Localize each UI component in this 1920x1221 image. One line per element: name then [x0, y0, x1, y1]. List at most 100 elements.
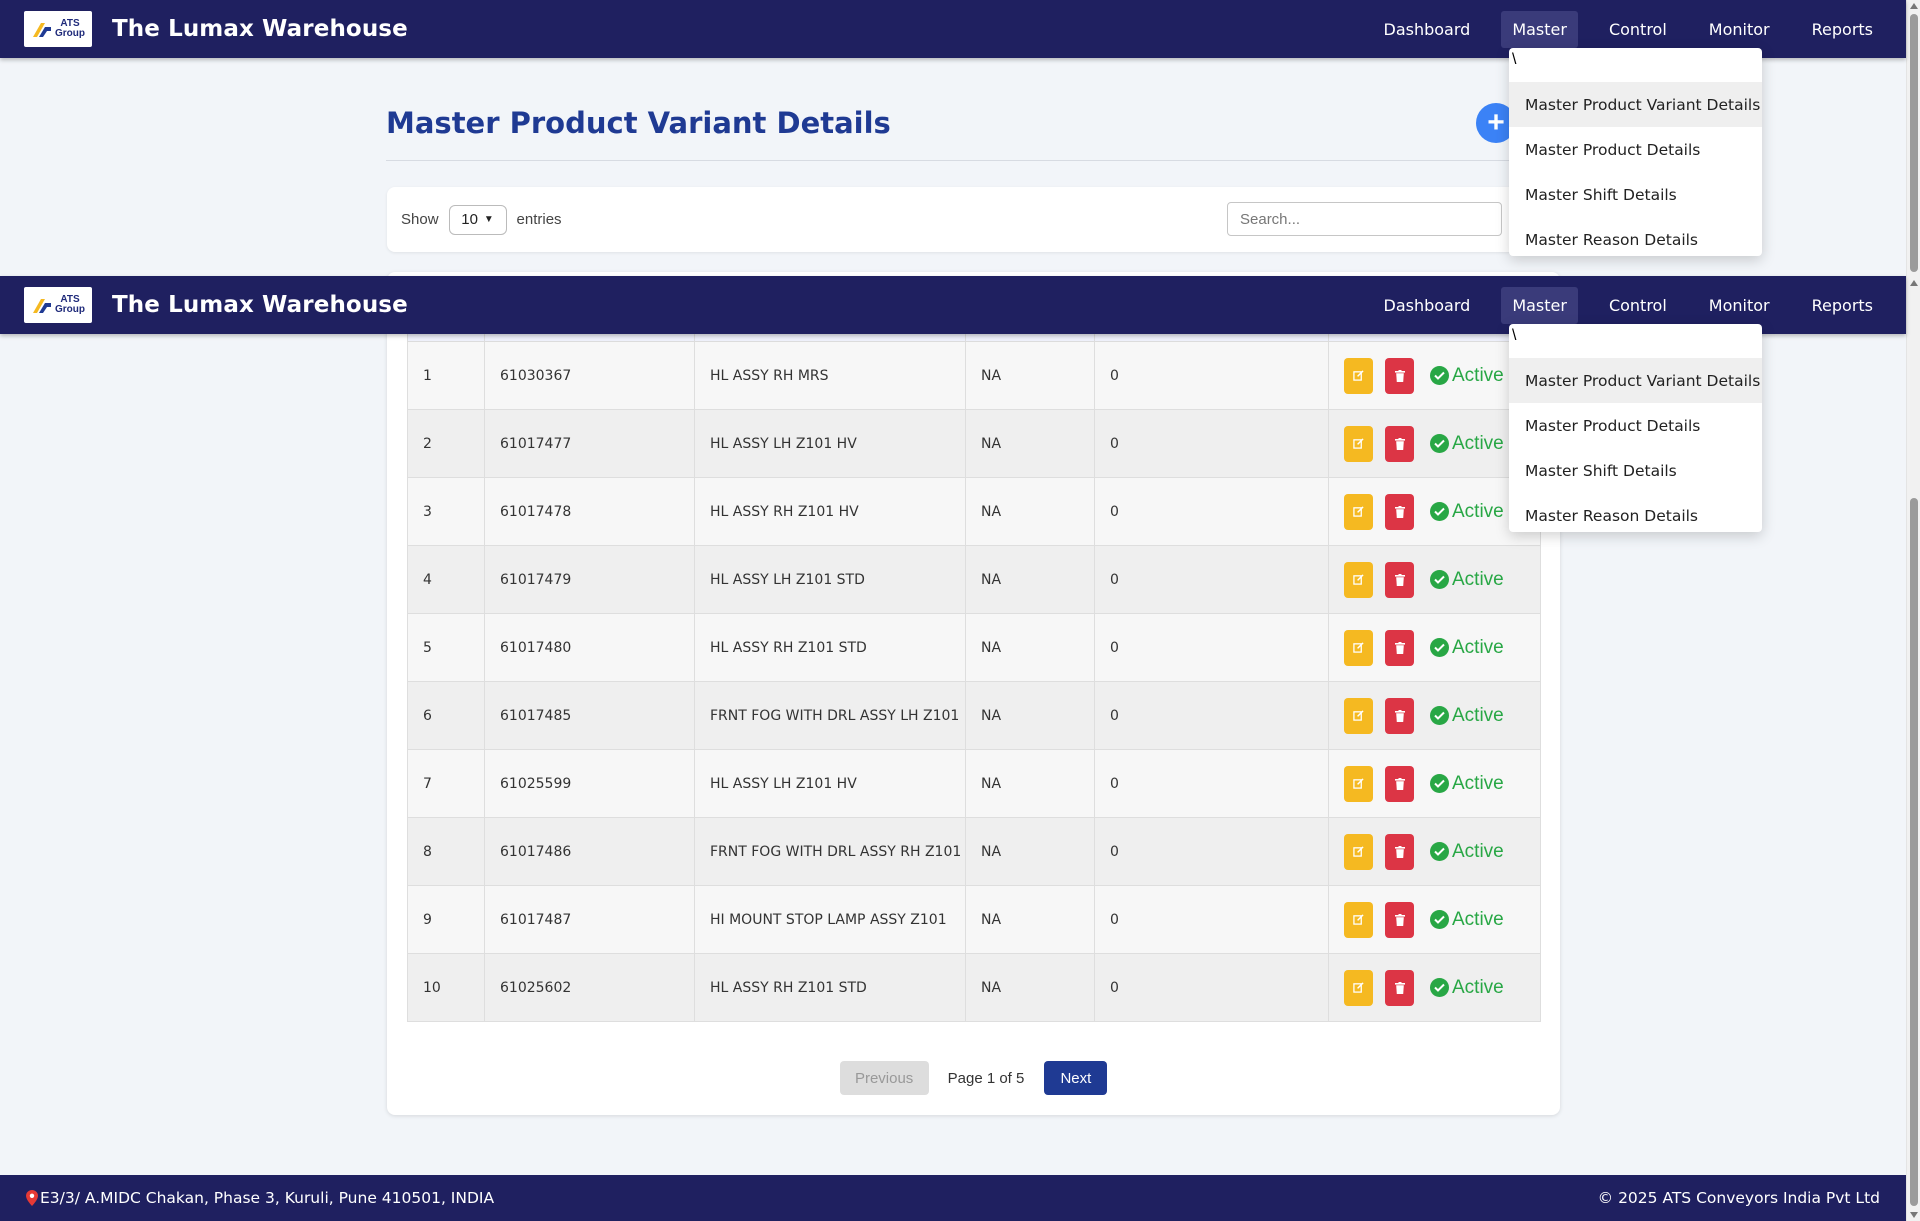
dropdown-stray-char: \ — [1512, 51, 1517, 68]
nav-reports[interactable]: Reports — [1801, 287, 1884, 324]
header-divider — [386, 160, 1561, 161]
edit-button[interactable] — [1344, 765, 1373, 802]
scroll-up-icon[interactable] — [1910, 3, 1918, 9]
check-circle-icon — [1430, 638, 1449, 657]
menu-master-product[interactable]: Master Product Details — [1509, 403, 1762, 448]
scroll-thumb[interactable] — [1910, 498, 1918, 1206]
cell-sr-no: 8 — [407, 817, 485, 886]
entries-select[interactable]: 10 ▼ — [448, 204, 507, 235]
ats-logo[interactable]: ATS Group — [24, 11, 92, 47]
cell-variant-code: 61017478 — [484, 477, 695, 546]
status-badge: Active — [1430, 705, 1504, 727]
menu-master-product[interactable]: Master Product Details — [1509, 127, 1762, 172]
cell-variant-code: 61017479 — [484, 545, 695, 614]
menu-master-reason[interactable]: Master Reason Details — [1509, 217, 1762, 262]
nav-monitor[interactable]: Monitor — [1698, 287, 1781, 324]
menu-master-product-variant[interactable]: Master Product Variant Details — [1509, 358, 1762, 403]
cell-actions: Active — [1328, 953, 1541, 1022]
menu-master-product-variant[interactable]: Master Product Variant Details — [1509, 82, 1762, 127]
nav-monitor[interactable]: Monitor — [1698, 11, 1781, 48]
check-circle-icon — [1430, 570, 1449, 589]
address-text: E3/3/ A.MIDC Chakan, Phase 3, Kuruli, Pu… — [40, 1189, 495, 1207]
edit-button[interactable] — [1344, 629, 1373, 666]
delete-button[interactable] — [1385, 357, 1414, 394]
nav-dashboard[interactable]: Dashboard — [1373, 11, 1482, 48]
status-text: Active — [1452, 976, 1504, 998]
cell-variant-code: 61017487 — [484, 885, 695, 954]
logo-line-2: Group — [55, 304, 85, 315]
edit-button[interactable] — [1344, 833, 1373, 870]
edit-button[interactable] — [1344, 901, 1373, 938]
row-actions: Active — [1344, 629, 1540, 666]
cell-actions: Active — [1328, 885, 1541, 954]
cell-trolley-type: NA — [965, 817, 1095, 886]
delete-button[interactable] — [1385, 969, 1414, 1006]
master-dropdown: \ Master Product Variant Details Master … — [1509, 48, 1762, 256]
cell-trolley-type: NA — [965, 341, 1095, 410]
cell-variant-name: HL ASSY RH Z101 HV — [694, 477, 966, 546]
cell-variant-name: HL ASSY RH Z101 STD — [694, 613, 966, 682]
cell-variant-code: 61017485 — [484, 681, 695, 750]
edit-button[interactable] — [1344, 425, 1373, 462]
status-badge: Active — [1430, 365, 1504, 387]
delete-button[interactable] — [1385, 901, 1414, 938]
delete-button[interactable] — [1385, 493, 1414, 530]
show-label: Show — [401, 211, 439, 228]
cell-storage-capacity: 0 — [1094, 681, 1329, 750]
delete-button[interactable] — [1385, 629, 1414, 666]
scroll-up-icon[interactable] — [1910, 280, 1918, 286]
nav-control[interactable]: Control — [1598, 11, 1678, 48]
status-badge: Active — [1430, 773, 1504, 795]
cell-variant-name: HI MOUNT STOP LAMP ASSY Z101 — [694, 885, 966, 954]
nav-master[interactable]: Master — [1501, 10, 1578, 48]
cell-trolley-type: NA — [965, 409, 1095, 478]
cell-trolley-type: NA — [965, 953, 1095, 1022]
edit-icon — [1353, 506, 1364, 517]
table-row: 10 61025602 HL ASSY RH Z101 STD NA 0 Active — [407, 953, 1541, 1022]
nav-reports[interactable]: Reports — [1801, 11, 1884, 48]
cell-storage-capacity: 0 — [1094, 545, 1329, 614]
cell-storage-capacity: 0 — [1094, 341, 1329, 410]
delete-button[interactable] — [1385, 697, 1414, 734]
nav-dashboard[interactable]: Dashboard — [1373, 287, 1482, 324]
edit-button[interactable] — [1344, 697, 1373, 734]
search-input[interactable] — [1227, 202, 1502, 236]
page-title: Master Product Variant Details — [386, 106, 891, 140]
ats-logo[interactable]: ATS Group — [24, 287, 92, 323]
cell-sr-no: 1 — [407, 341, 485, 410]
edit-button[interactable] — [1344, 969, 1373, 1006]
cell-sr-no: 2 — [407, 409, 485, 478]
status-text: Active — [1452, 636, 1504, 658]
map-pin-icon — [26, 1190, 38, 1206]
check-circle-icon — [1430, 842, 1449, 861]
table-row: 2 61017477 HL ASSY LH Z101 HV NA 0 Active — [407, 409, 1541, 478]
nav-master[interactable]: Master — [1501, 286, 1578, 324]
menu-master-reason[interactable]: Master Reason Details — [1509, 493, 1762, 538]
scroll-down-icon[interactable] — [1910, 1212, 1918, 1218]
cell-actions: Active — [1328, 613, 1541, 682]
edit-button[interactable] — [1344, 357, 1373, 394]
edit-icon — [1353, 438, 1364, 449]
check-circle-icon — [1430, 366, 1449, 385]
previous-button[interactable]: Previous — [839, 1061, 929, 1095]
menu-master-shift[interactable]: Master Shift Details — [1509, 172, 1762, 217]
next-button[interactable]: Next — [1044, 1061, 1108, 1095]
table-row: 3 61017478 HL ASSY RH Z101 HV NA 0 Active — [407, 477, 1541, 546]
status-text: Active — [1452, 704, 1504, 726]
delete-button[interactable] — [1385, 561, 1414, 598]
trash-icon — [1394, 709, 1405, 722]
delete-button[interactable] — [1385, 425, 1414, 462]
scroll-thumb[interactable] — [1910, 14, 1918, 272]
nav-control[interactable]: Control — [1598, 287, 1678, 324]
cell-trolley-type: NA — [965, 477, 1095, 546]
cell-storage-capacity: 0 — [1094, 953, 1329, 1022]
edit-button[interactable] — [1344, 493, 1373, 530]
edit-button[interactable] — [1344, 561, 1373, 598]
table-row: 1 61030367 HL ASSY RH MRS NA 0 Active — [407, 341, 1541, 410]
logo-mark-icon — [33, 23, 51, 37]
delete-button[interactable] — [1385, 765, 1414, 802]
cell-trolley-type: NA — [965, 885, 1095, 954]
delete-button[interactable] — [1385, 833, 1414, 870]
scrollbar[interactable] — [1906, 0, 1920, 1221]
menu-master-shift[interactable]: Master Shift Details — [1509, 448, 1762, 493]
